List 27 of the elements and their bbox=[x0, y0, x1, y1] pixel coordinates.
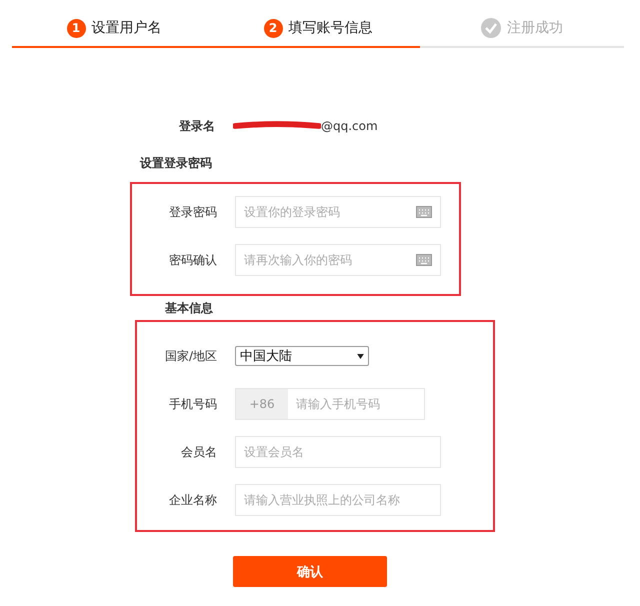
field-label: 会员名 bbox=[180, 444, 217, 460]
keyboard-icon[interactable] bbox=[416, 254, 432, 266]
email-text: @qq.com bbox=[321, 119, 378, 133]
section-title: 基本信息 bbox=[165, 300, 214, 317]
field-label: 企业名称 bbox=[168, 492, 217, 508]
check-icon bbox=[481, 18, 501, 38]
keyboard-icon[interactable] bbox=[416, 206, 432, 218]
input-field[interactable]: 设置会员名 bbox=[235, 436, 441, 468]
caret-icon bbox=[357, 354, 364, 358]
field-label: 密码确认 bbox=[168, 252, 217, 268]
step-number: 2 bbox=[264, 18, 282, 38]
field-label: 国家/地区 bbox=[164, 348, 217, 364]
password-field[interactable]: 请再次输入你的密码 bbox=[235, 244, 441, 276]
field-label: 登录密码 bbox=[168, 204, 217, 220]
field-label: 登录名 bbox=[178, 118, 215, 134]
step-number: 1 bbox=[66, 18, 86, 38]
confirm-button[interactable]: 确认 bbox=[233, 556, 387, 587]
input-field[interactable]: 请输入营业执照上的公司名称 bbox=[235, 484, 441, 516]
country-code: +86 bbox=[236, 389, 288, 419]
step-label: 设置用户名 bbox=[92, 19, 162, 37]
step-label: 注册成功 bbox=[507, 19, 563, 37]
password-field[interactable]: 设置你的登录密码 bbox=[235, 196, 441, 228]
step-label: 填写账号信息 bbox=[288, 19, 372, 37]
phone-field[interactable]: 请输入手机号码 bbox=[288, 396, 424, 412]
country-dropdown[interactable]: 中国大陆 bbox=[235, 346, 369, 366]
section-title: 设置登录密码 bbox=[140, 155, 213, 172]
field-label: 手机号码 bbox=[168, 396, 217, 412]
